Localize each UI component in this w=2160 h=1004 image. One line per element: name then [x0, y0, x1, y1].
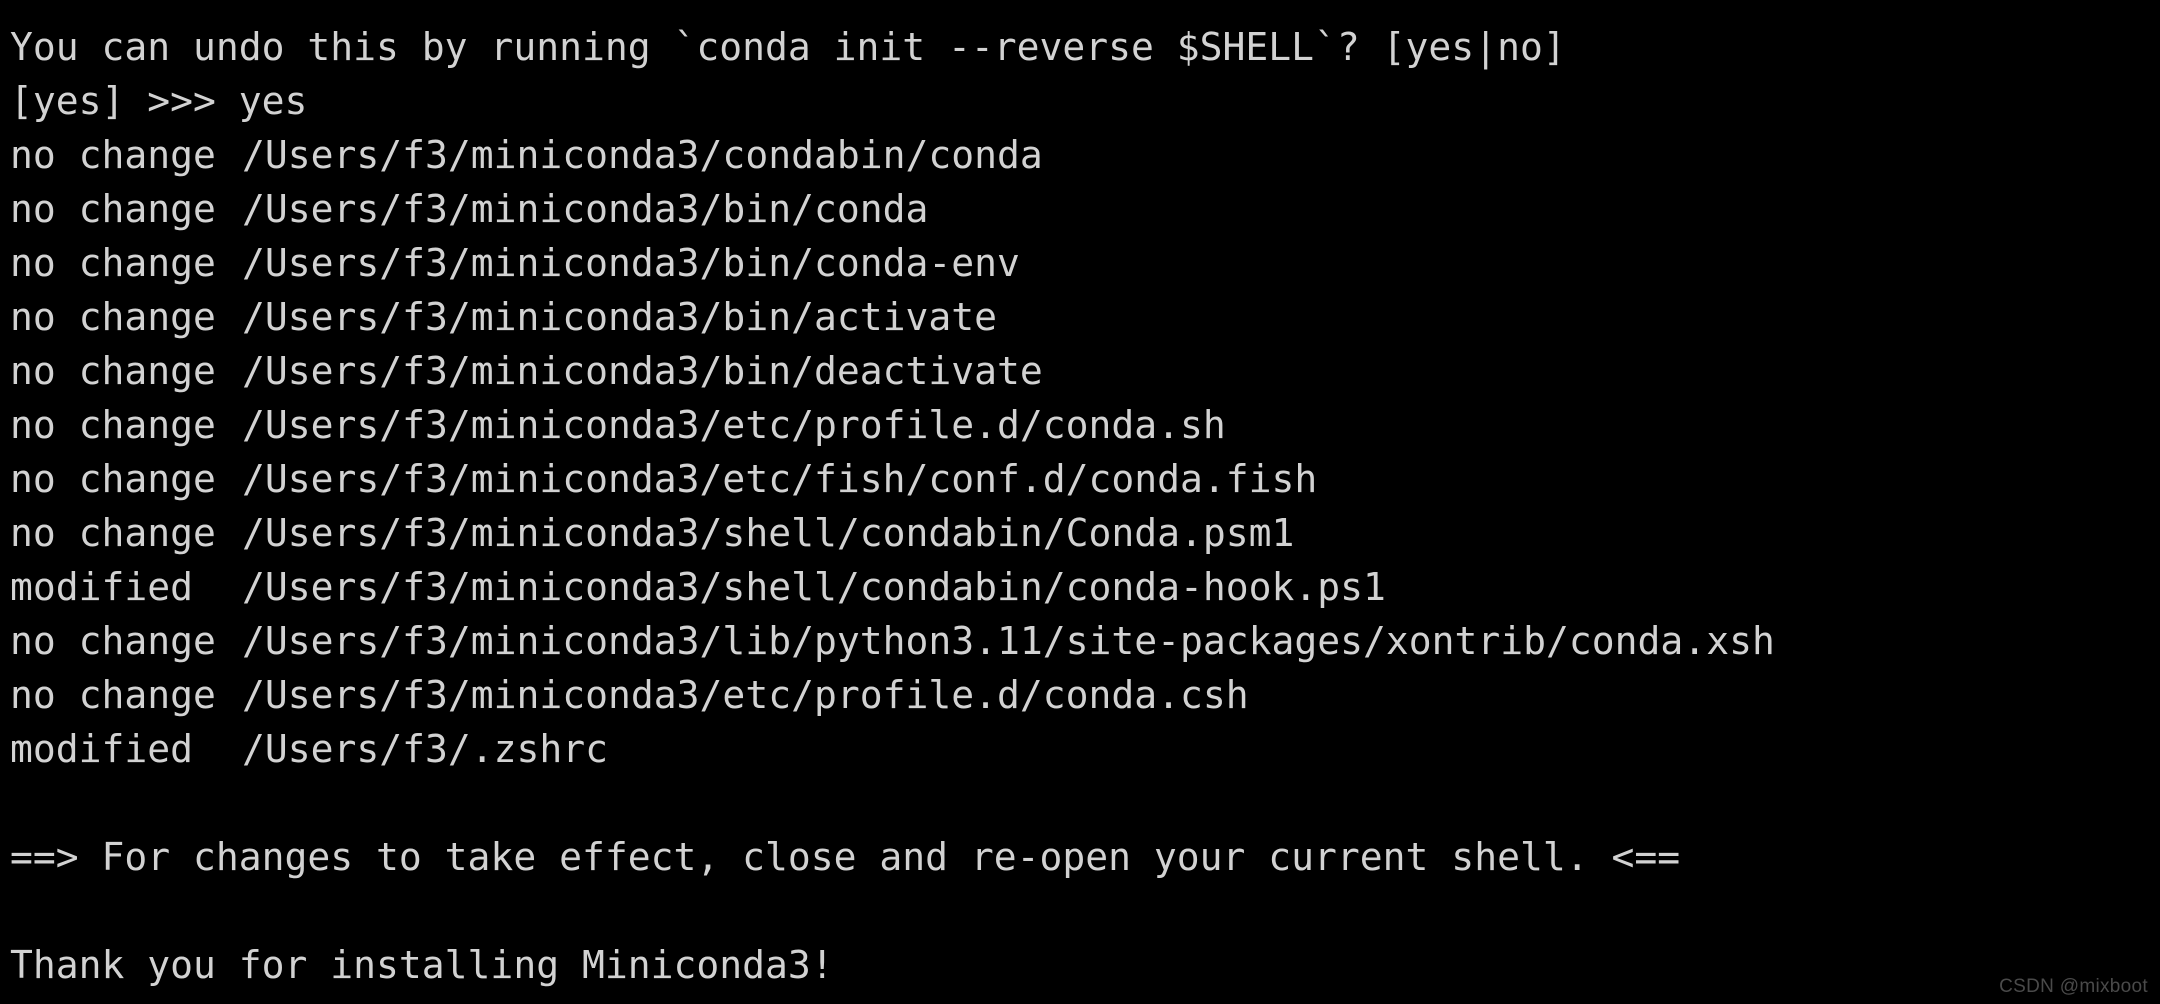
change-status: no change [10, 133, 216, 177]
change-status: no change [10, 187, 216, 231]
thank-you-line: Thank you for installing Miniconda3! [10, 943, 834, 987]
init-change-row: no change/Users/f3/miniconda3/etc/profil… [10, 398, 2160, 452]
change-status: no change [10, 403, 216, 447]
init-change-list: no change/Users/f3/miniconda3/condabin/c… [10, 128, 2160, 776]
change-status: no change [10, 295, 216, 339]
spacer-line-2 [10, 884, 2160, 938]
change-status: modified [10, 565, 194, 609]
init-change-row: no change/Users/f3/miniconda3/etc/fish/c… [10, 452, 2160, 506]
init-change-row: no change/Users/f3/miniconda3/bin/activa… [10, 290, 2160, 344]
change-status: no change [10, 457, 216, 501]
undo-prompt-line: You can undo this by running `conda init… [10, 25, 1566, 69]
change-path: /Users/f3/miniconda3/shell/condabin/cond… [242, 565, 1386, 609]
change-path: /Users/f3/.zshrc [242, 727, 609, 771]
change-path: /Users/f3/miniconda3/shell/condabin/Cond… [242, 511, 1295, 555]
csdn-watermark: CSDN @mixboot [1999, 976, 2148, 997]
init-change-row: no change/Users/f3/miniconda3/condabin/c… [10, 128, 2160, 182]
spacer-line-1 [10, 776, 2160, 830]
change-status: no change [10, 673, 216, 717]
change-path: /Users/f3/miniconda3/etc/fish/conf.d/con… [242, 457, 1318, 501]
init-change-row: modified/Users/f3/.zshrc [10, 722, 2160, 776]
change-path: /Users/f3/miniconda3/bin/conda-env [242, 241, 1020, 285]
change-path: /Users/f3/miniconda3/lib/python3.11/site… [242, 619, 1775, 663]
init-change-row: no change/Users/f3/miniconda3/shell/cond… [10, 506, 2160, 560]
change-status: no change [10, 511, 216, 555]
init-change-row: no change/Users/f3/miniconda3/bin/conda-… [10, 236, 2160, 290]
change-path: /Users/f3/miniconda3/etc/profile.d/conda… [242, 673, 1249, 717]
change-path: /Users/f3/miniconda3/condabin/conda [242, 133, 1043, 177]
answer-line: [yes] >>> yes [10, 79, 308, 123]
change-path: /Users/f3/miniconda3/bin/activate [242, 295, 997, 339]
init-change-row: no change/Users/f3/miniconda3/bin/deacti… [10, 344, 2160, 398]
change-status: modified [10, 727, 194, 771]
terminal-window[interactable]: You can undo this by running `conda init… [0, 0, 2160, 1004]
change-path: /Users/f3/miniconda3/etc/profile.d/conda… [242, 403, 1226, 447]
change-path: /Users/f3/miniconda3/bin/deactivate [242, 349, 1043, 393]
init-change-row: no change/Users/f3/miniconda3/etc/profil… [10, 668, 2160, 722]
change-status: no change [10, 619, 216, 663]
change-status: no change [10, 241, 216, 285]
init-change-row: no change/Users/f3/miniconda3/lib/python… [10, 614, 2160, 668]
change-path: /Users/f3/miniconda3/bin/conda [242, 187, 929, 231]
change-status: no change [10, 349, 216, 393]
effect-notice-line: ==> For changes to take effect, close an… [10, 835, 1681, 879]
init-change-row: no change/Users/f3/miniconda3/bin/conda [10, 182, 2160, 236]
init-change-row: modified/Users/f3/miniconda3/shell/conda… [10, 560, 2160, 614]
